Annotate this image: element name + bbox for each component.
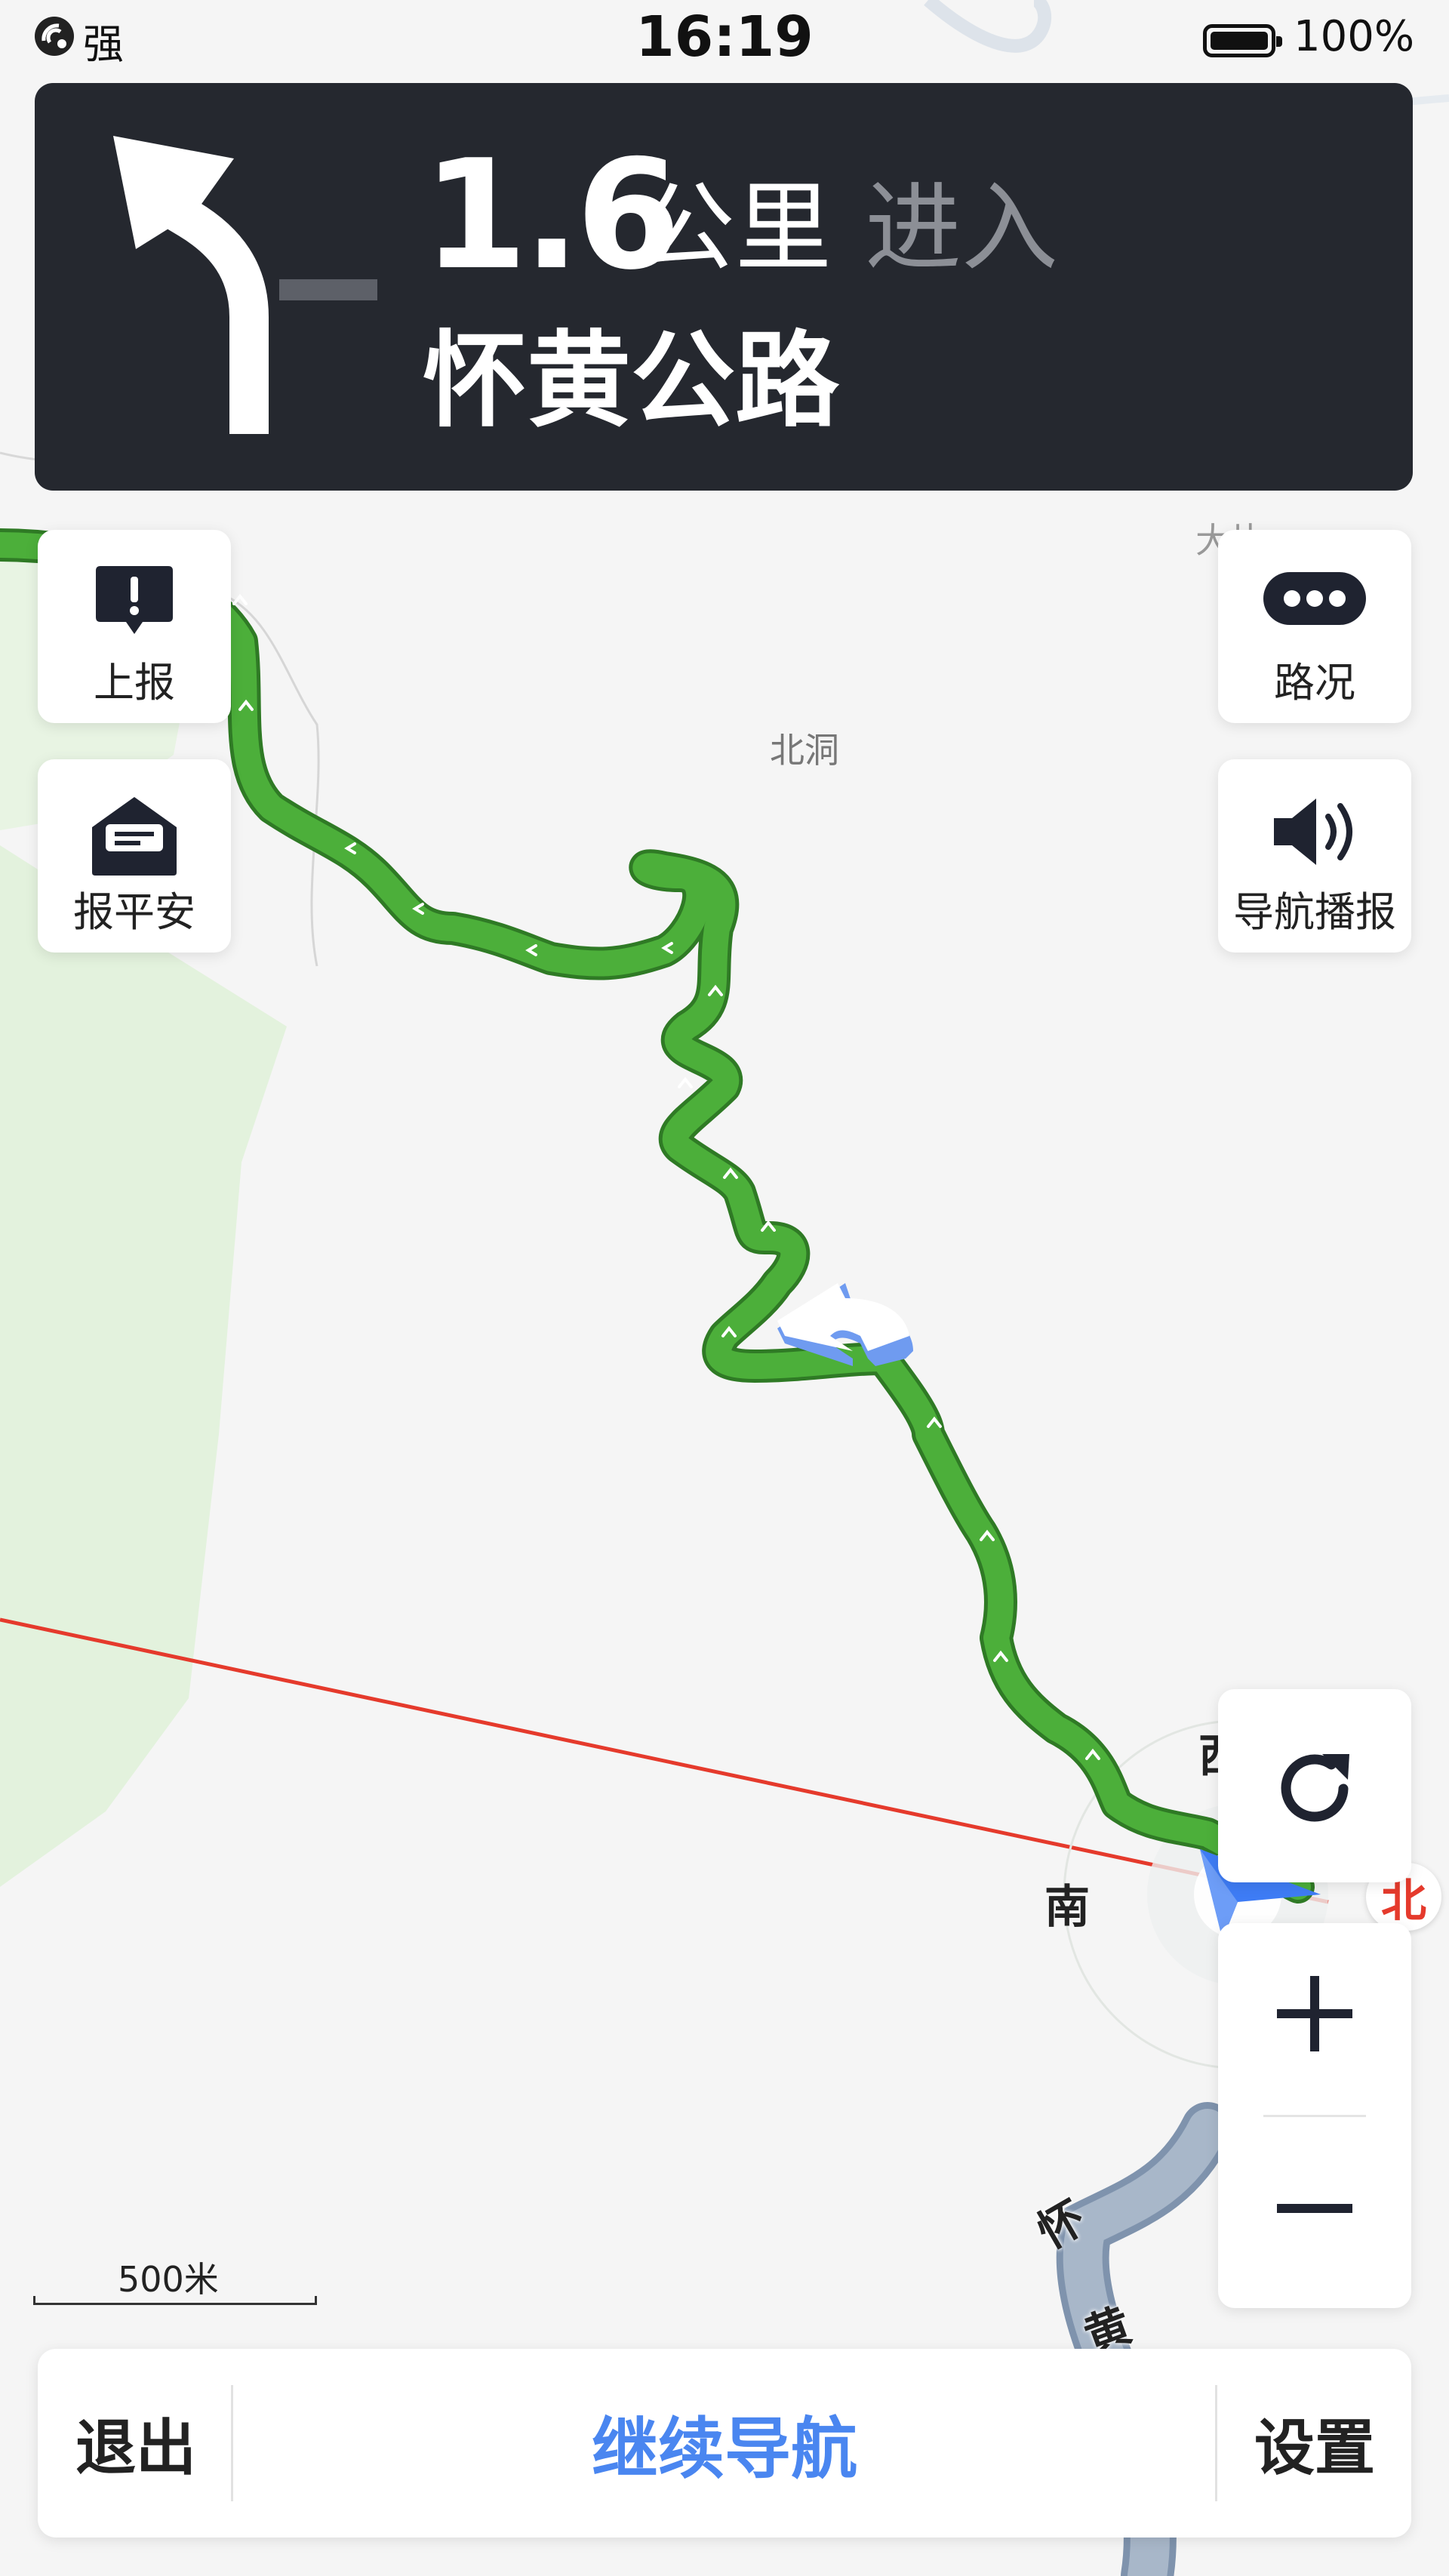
speaker-icon (1274, 799, 1352, 865)
guidance-road-name: 怀黄公路 (423, 320, 840, 442)
compass-south: 南 (1044, 1881, 1090, 1934)
status-bar: 强 16:19 100% (0, 0, 1449, 83)
safe-report-label: 报平安 (73, 888, 195, 936)
zoom-in-icon[interactable] (1277, 1976, 1352, 2051)
zoom-divider (1263, 2115, 1366, 2117)
scale-bar (33, 2296, 317, 2305)
battery-icon (1203, 24, 1282, 57)
zoom-control (1218, 1923, 1411, 2308)
battery-percent: 100% (1294, 12, 1415, 61)
traffic-label: 路况 (1274, 659, 1355, 706)
voice-broadcast-button[interactable]: 导航播报 (1218, 759, 1411, 953)
bottom-separator-left (231, 2385, 233, 2501)
refresh-icon (1281, 1754, 1349, 1822)
guidance-unit: 公里 (638, 172, 832, 285)
bottom-separator-right (1215, 2385, 1217, 2501)
continue-navigation-button[interactable]: 继续导航 (234, 2349, 1215, 2538)
settings-button[interactable]: 设置 (1218, 2349, 1411, 2538)
turn-left-arrow-icon (113, 136, 377, 434)
report-button[interactable]: 上报 (38, 530, 231, 723)
envelope-icon (92, 797, 177, 876)
zoom-out-icon[interactable] (1277, 2202, 1352, 2217)
direction-line (0, 1617, 1329, 1904)
scale-label: 500米 (118, 2259, 219, 2300)
guidance-action: 进入 (865, 172, 1059, 285)
refresh-button[interactable] (1218, 1689, 1411, 1882)
more-dots-icon (1263, 572, 1366, 625)
report-label: 上报 (94, 659, 175, 706)
exit-button[interactable]: 退出 (38, 2349, 234, 2538)
traffic-button[interactable]: 路况 (1218, 530, 1411, 723)
safe-report-button[interactable]: 报平安 (38, 759, 231, 953)
village-label: 北洞 (770, 730, 839, 771)
report-icon (96, 566, 173, 634)
voice-broadcast-label: 导航播报 (1233, 888, 1396, 936)
forest-area (0, 845, 287, 1887)
